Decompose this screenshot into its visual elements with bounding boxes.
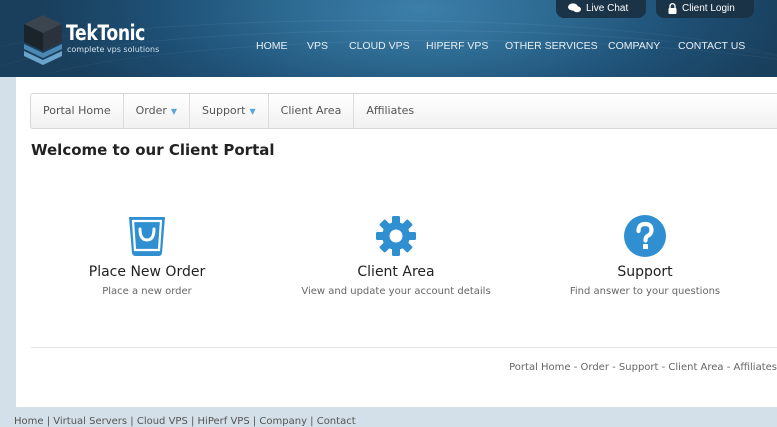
card-title: Place New Order [88,264,206,280]
portal-subnav: Portal Home Order ▼ Support ▼ Client Area … [30,93,777,129]
logo-cube-icon [24,15,62,65]
nav-company[interactable]: COMPANY [608,40,660,52]
brand-name: TekTonic [66,21,145,45]
client-login-label: Client Login [682,3,735,14]
subnav-order-label: Order [135,104,167,117]
logo[interactable]: TekTonic complete vps solutions [22,13,172,67]
card-subtitle: Place a new order [102,286,192,297]
caret-down-icon: ▼ [170,107,178,116]
subnav-portal-home-label: Portal Home [43,104,111,117]
live-chat-label: Live Chat [586,3,629,14]
subnav-affiliates[interactable]: Affiliates [354,94,426,128]
client-login-button[interactable]: Client Login [656,0,754,18]
shopping-bag-icon [129,217,165,256]
brand-tagline: complete vps solutions [67,45,160,54]
subnav-client-area[interactable]: Client Area [269,94,355,128]
content-panel: Portal Home Order ▼ Support ▼ Client Area … [16,77,777,407]
card-subtitle: View and update your account details [301,286,491,297]
question-circle-icon [624,215,666,257]
subnav-portal-home[interactable]: Portal Home [31,94,124,128]
subnav-support[interactable]: Support ▼ [190,94,269,128]
lock-icon [668,2,677,14]
nav-home[interactable]: HOME [256,40,288,52]
footer-links[interactable]: Portal Home - Order - Support - Client A… [509,362,777,373]
subnav-client-area-label: Client Area [280,104,342,117]
bottom-links[interactable]: Home | Virtual Servers | Cloud VPS | HiP… [14,416,356,427]
nav-hiperf-vps[interactable]: HIPERF VPS [426,40,488,52]
card-subtitle: Find answer to your questions [569,286,721,297]
nav-vps[interactable]: VPS [307,40,328,52]
nav-cloud-vps[interactable]: CLOUD VPS [349,40,410,52]
site-header: TekTonic complete vps solutions Live Cha… [0,0,777,77]
page-title: Welcome to our Client Portal [31,141,275,159]
card-title: Client Area [357,264,435,280]
nav-other-services[interactable]: OTHER SERVICES [505,40,598,52]
caret-down-icon: ▼ [249,107,256,116]
nav-contact-us[interactable]: CONTACT US [678,40,745,52]
subnav-affiliates-label: Affiliates [366,104,415,117]
card-title: Support [617,264,673,280]
subnav-support-label: Support [202,104,246,117]
gear-icon [376,216,416,256]
live-chat-button[interactable]: Live Chat [556,0,646,18]
subnav-order[interactable]: Order ▼ [124,94,191,128]
divider [31,347,777,348]
chat-bubbles-icon [568,3,581,13]
